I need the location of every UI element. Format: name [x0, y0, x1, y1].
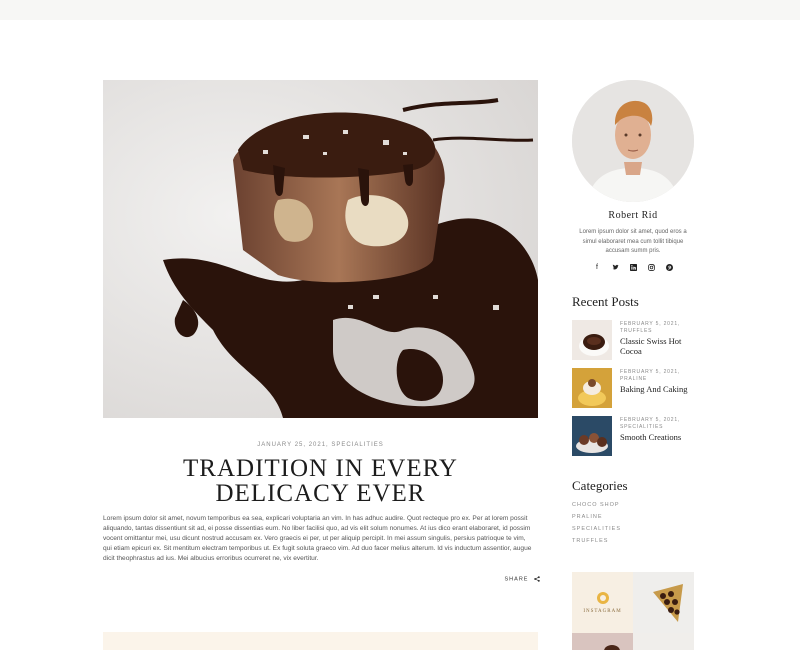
top-bar: [0, 0, 800, 20]
recent-post-date[interactable]: FEBRUARY 5, 2021,: [620, 369, 688, 376]
recent-post-category[interactable]: SPECIALITIES: [620, 424, 681, 431]
category-link[interactable]: TRUFFLES: [572, 538, 608, 544]
pinterest-icon[interactable]: [665, 264, 674, 273]
post-title-line-1[interactable]: TRADITION IN EVERY: [103, 456, 538, 481]
share-label: SHARE: [504, 576, 529, 583]
post-title-line-2[interactable]: DELICACY EVER: [103, 481, 538, 506]
author-bio: Lorem ipsum dolor sit amet, quod eros a …: [579, 229, 687, 254]
post-title[interactable]: TRADITION IN EVERY DELICACY EVER: [103, 456, 538, 506]
recent-post-title[interactable]: Baking And Caking: [620, 384, 688, 394]
category-link[interactable]: CHOCO SHOP: [572, 502, 620, 508]
instagram-photo[interactable]: [572, 633, 633, 650]
instagram-photo[interactable]: [633, 633, 694, 650]
chocolate-cup-image: [103, 80, 538, 418]
post-excerpt: Lorem ipsum dolor sit amet, novum tempor…: [103, 515, 532, 562]
share-icon: [534, 576, 540, 582]
instagram-badge[interactable]: INSTAGRAM: [572, 572, 633, 633]
social-links: f: [572, 264, 694, 273]
author-avatar: [572, 80, 694, 202]
recent-post-thumbnail[interactable]: [572, 320, 612, 360]
recent-post-date[interactable]: FEBRUARY 5, 2021,: [620, 417, 681, 424]
post-meta[interactable]: JANUARY 25, 2021, SPECIALITIES: [103, 442, 538, 448]
recent-post-thumbnail[interactable]: [572, 368, 612, 408]
recent-posts-title: Recent Posts: [572, 294, 639, 309]
category-link[interactable]: PRALINE: [572, 514, 603, 520]
instagram-logo-icon: [596, 592, 609, 604]
share-button[interactable]: SHARE: [490, 576, 540, 582]
recent-post-category[interactable]: TRUFFLES: [620, 328, 694, 335]
instagram-icon[interactable]: [647, 264, 656, 273]
next-section-panel: [103, 632, 538, 650]
post-featured-image[interactable]: [103, 80, 538, 418]
recent-post-item[interactable]: FEBRUARY 5, 2021, PRALINE Baking And Cak…: [572, 368, 694, 408]
recent-post-title[interactable]: Smooth Creations: [620, 432, 681, 442]
facebook-icon[interactable]: f: [593, 264, 602, 273]
categories-title: Categories: [572, 478, 628, 493]
instagram-grid: INSTAGRAM: [572, 572, 694, 650]
recent-post-item[interactable]: FEBRUARY 5, 2021, SPECIALITIES Smooth Cr…: [572, 416, 694, 456]
instagram-badge-label: INSTAGRAM: [583, 609, 622, 614]
instagram-photo[interactable]: [633, 572, 694, 633]
linkedin-icon[interactable]: [629, 264, 638, 273]
recent-post-thumbnail[interactable]: [572, 416, 612, 456]
recent-post-category[interactable]: PRALINE: [620, 376, 688, 383]
recent-post-date[interactable]: FEBRUARY 5, 2021,: [620, 321, 694, 328]
recent-post-title[interactable]: Classic Swiss Hot Cocoa: [620, 336, 694, 356]
recent-post-item[interactable]: FEBRUARY 5, 2021, TRUFFLES Classic Swiss…: [572, 320, 694, 360]
author-name: Robert Rid: [608, 210, 658, 221]
category-link[interactable]: SPECIALITIES: [572, 526, 621, 532]
twitter-icon[interactable]: [611, 264, 620, 273]
